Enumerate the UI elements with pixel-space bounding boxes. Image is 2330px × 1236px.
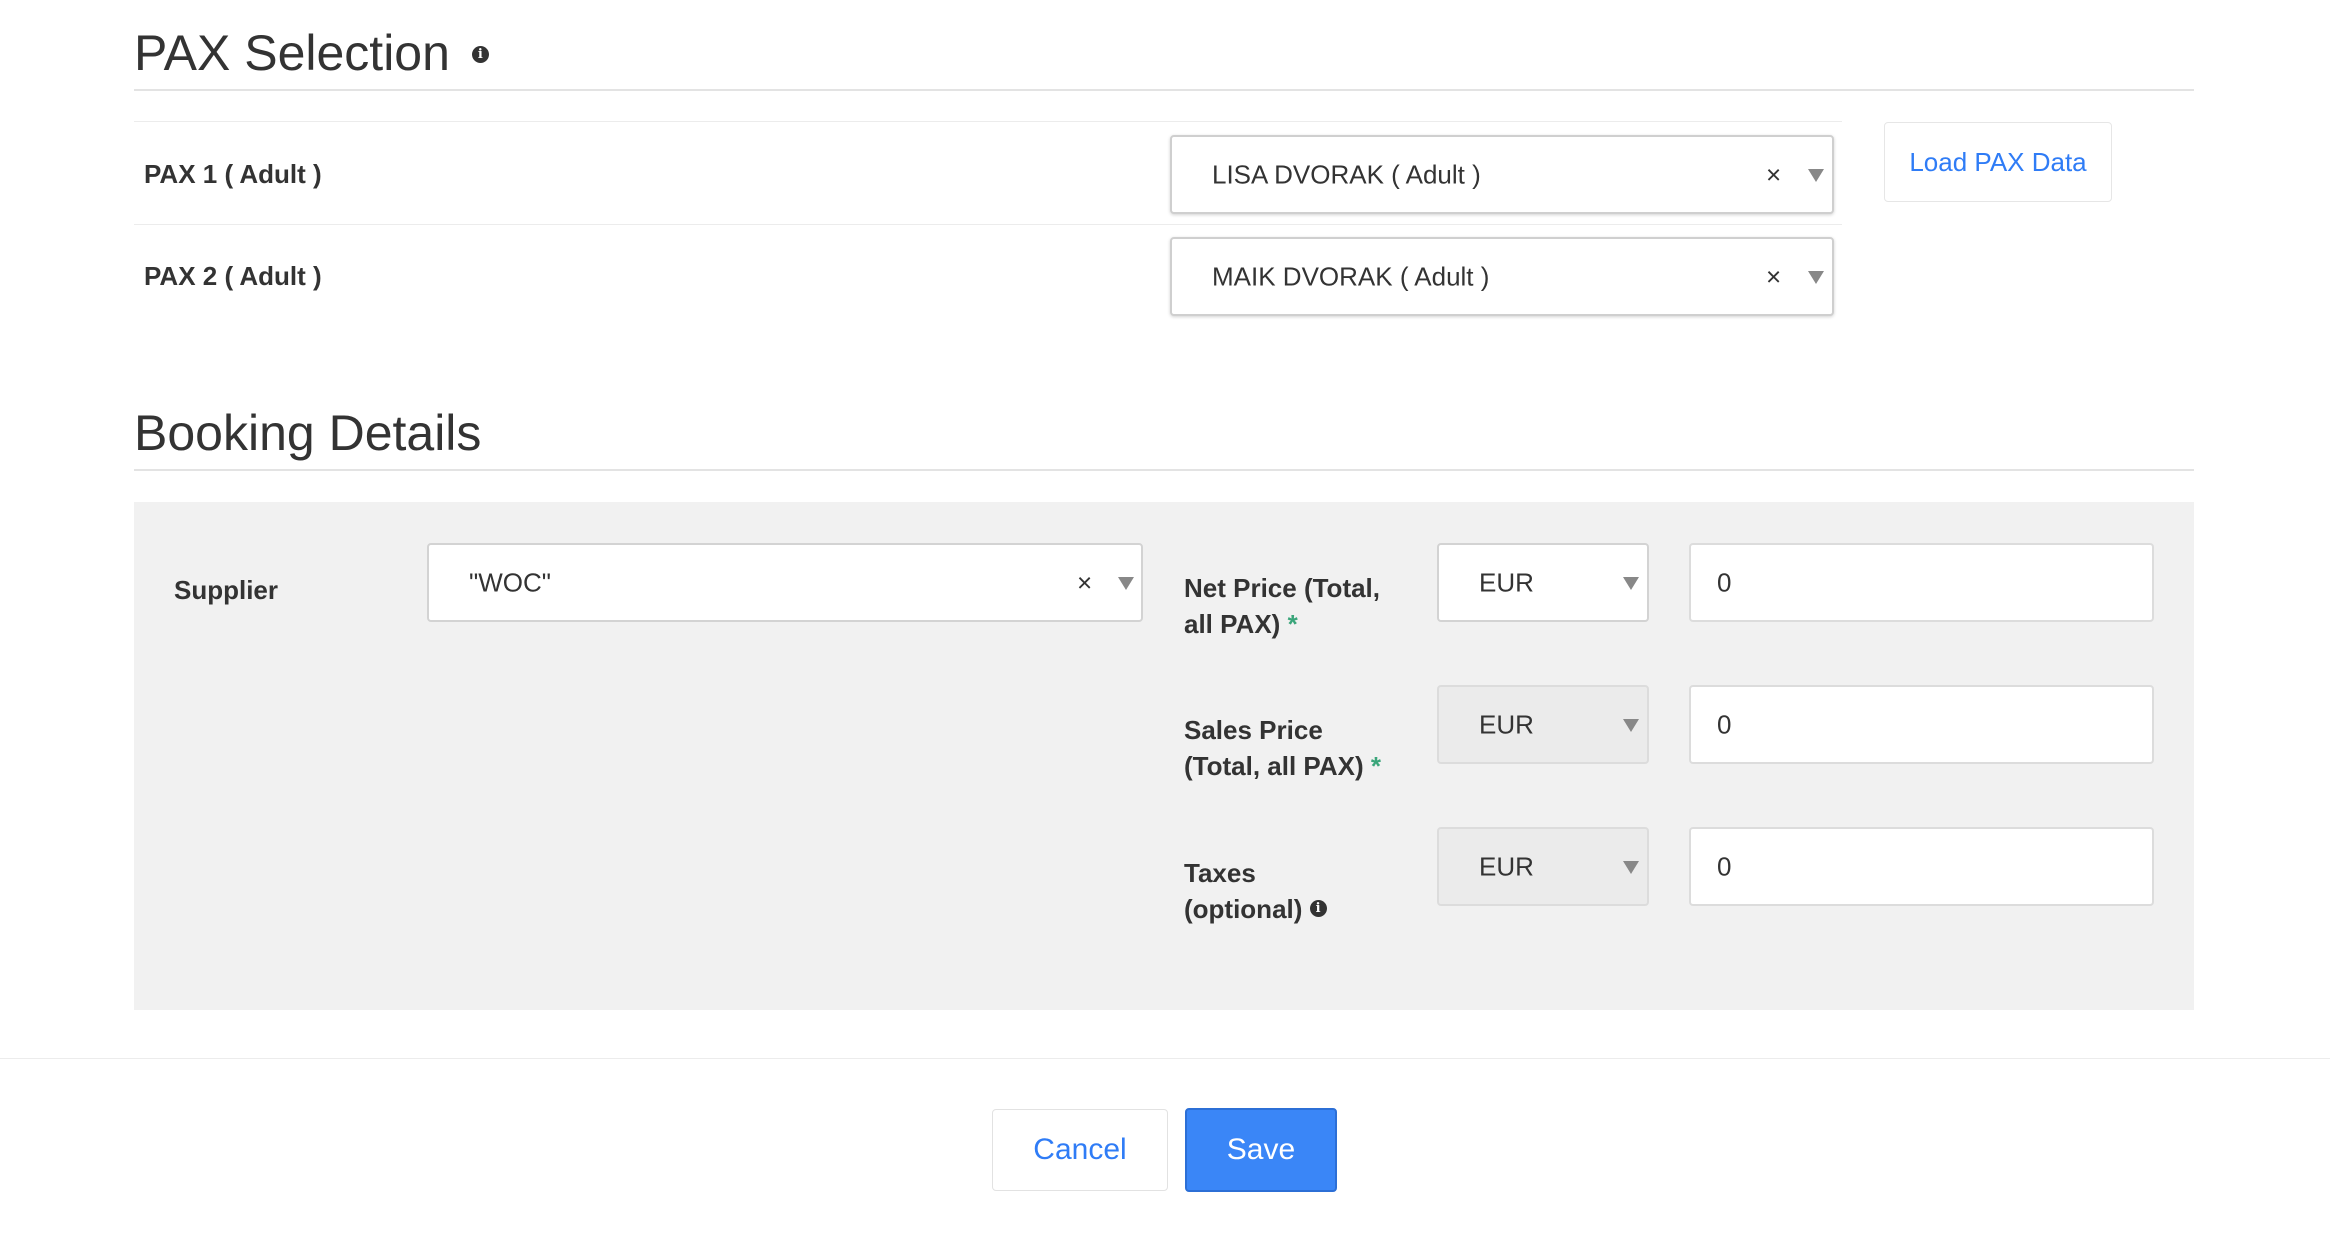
pax-2-selected-value: MAIK DVORAK ( Adult ) [1212,261,1490,291]
taxes-label-line2-text: (optional) [1184,894,1303,924]
required-marker: * [1287,609,1298,639]
save-button[interactable]: Save [1185,1108,1337,1192]
pax-selection-title-text: PAX Selection [134,25,450,81]
sales-price-label-line2-text: (Total, all PAX) [1184,751,1364,781]
sales-price-amount: 0 [1717,709,1732,739]
pax-2-label: PAX 2 ( Adult ) [144,261,322,291]
chevron-down-icon[interactable] [1808,270,1824,284]
chevron-down-icon [1623,860,1639,874]
taxes-currency-value: EUR [1479,851,1534,881]
chevron-down-icon [1623,718,1639,732]
section-divider [134,89,2194,91]
taxes-label: Taxes (optional) i [1184,855,1327,927]
supplier-selected-value: "WOC" [469,567,551,597]
taxes-label-line2: (optional) i [1184,891,1327,927]
taxes-amount: 0 [1717,851,1732,881]
supplier-select[interactable]: "WOC" × [427,543,1143,622]
net-price-amount: 0 [1717,567,1732,597]
pax-2-select[interactable]: MAIK DVORAK ( Adult ) × [1170,237,1834,316]
chevron-down-icon[interactable] [1808,168,1824,182]
net-price-currency-value: EUR [1479,567,1534,597]
sales-price-currency-select: EUR [1437,685,1649,764]
sales-price-currency-value: EUR [1479,709,1534,739]
row-divider [134,121,1842,122]
row-divider [134,224,1842,225]
load-pax-data-button[interactable]: Load PAX Data [1884,122,2112,202]
net-price-label-line2: all PAX) * [1184,606,1380,642]
required-marker: * [1370,751,1381,781]
pax-1-label: PAX 1 ( Adult ) [144,159,322,189]
info-icon[interactable]: i [471,46,489,64]
booking-details-title: Booking Details [134,405,482,461]
net-price-label: Net Price (Total, all PAX) * [1184,570,1380,642]
clear-icon[interactable]: × [1077,567,1092,598]
sales-price-input[interactable]: 0 [1689,685,2154,764]
info-icon[interactable]: i [1309,899,1327,917]
chevron-down-icon[interactable] [1623,576,1639,590]
net-price-label-line2-text: all PAX) [1184,609,1281,639]
taxes-currency-select: EUR [1437,827,1649,906]
chevron-down-icon[interactable] [1118,576,1134,590]
section-divider [134,469,2194,471]
net-price-input[interactable]: 0 [1689,543,2154,622]
sales-price-label-line2: (Total, all PAX) * [1184,748,1381,784]
pax-1-selected-value: LISA DVORAK ( Adult ) [1212,159,1481,189]
pax-1-select[interactable]: LISA DVORAK ( Adult ) × [1170,135,1834,214]
net-price-currency-select[interactable]: EUR [1437,543,1649,622]
sales-price-label: Sales Price (Total, all PAX) * [1184,712,1381,784]
clear-icon[interactable]: × [1766,159,1781,190]
taxes-input[interactable]: 0 [1689,827,2154,906]
cancel-button[interactable]: Cancel [992,1109,1168,1191]
sales-price-label-line1: Sales Price [1184,715,1323,745]
supplier-label: Supplier [174,575,279,605]
taxes-label-line1: Taxes [1184,858,1256,888]
clear-icon[interactable]: × [1766,261,1781,292]
footer-divider [0,1058,2330,1059]
net-price-label-line1: Net Price (Total, [1184,573,1381,603]
pax-selection-title: PAX Selection i [134,28,489,78]
